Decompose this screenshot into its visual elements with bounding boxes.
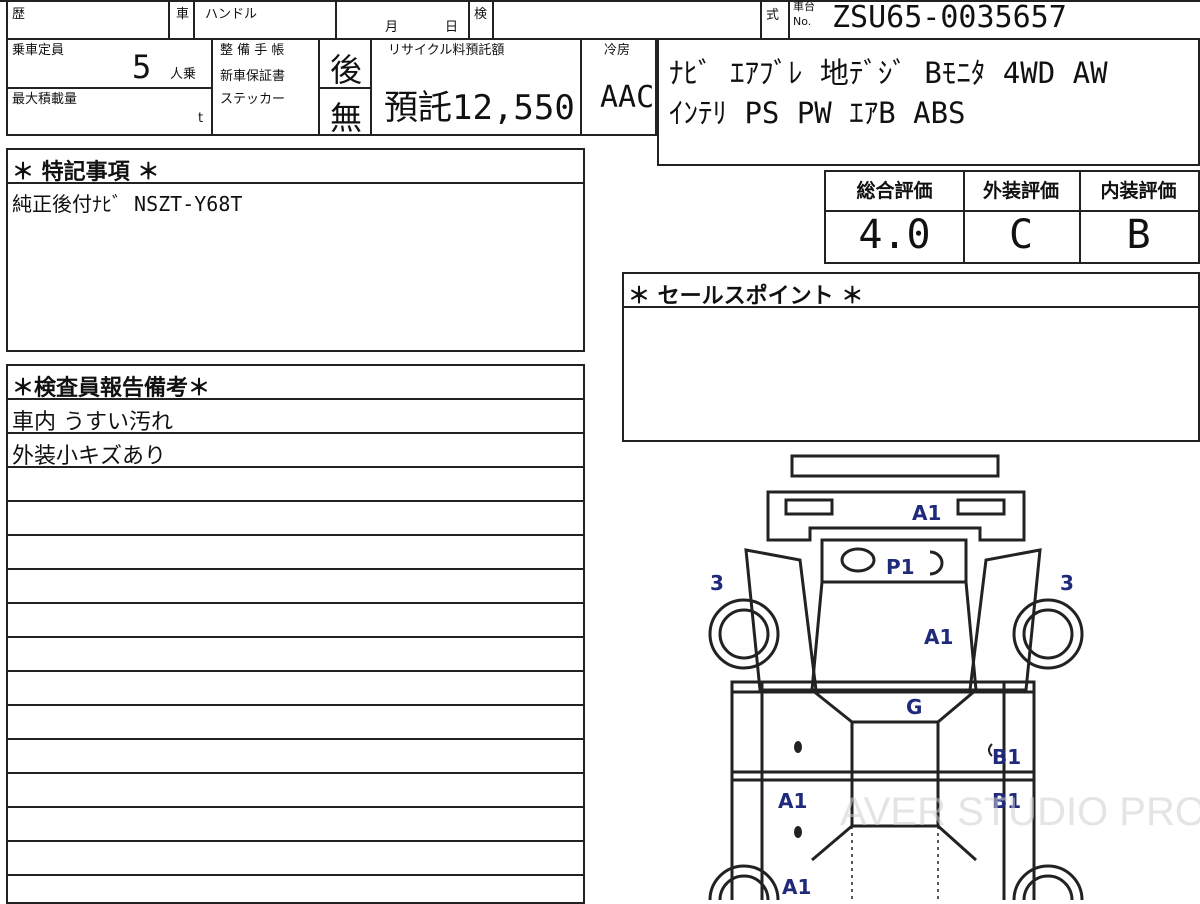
- damage-label-roof: G: [906, 695, 922, 719]
- maintenance-record-label: 整 備 手 帳: [220, 43, 285, 58]
- damage-label-left-rear-fender: A1: [782, 875, 811, 899]
- damage-label-right-front-wheel: 3: [1060, 571, 1074, 595]
- chassis-number: ZSU65-0035657: [832, 0, 1067, 35]
- damage-label-left-front-wheel: 3: [710, 571, 724, 595]
- car-damage-diagram: A1 P1 3 3 A1 G B1 A1 B1 A1 AVER STUDIO P…: [708, 454, 1200, 900]
- front-bumper-outline: [790, 454, 1000, 478]
- equipment-box: ﾅﾋﾞ ｴｱﾌﾞﾚ 地ﾃﾞｼﾞ Bﾓﾆﾀ 4WD AW ｲﾝﾃﾘ PS PW ｴ…: [657, 38, 1200, 166]
- equipment-line-1: ﾅﾋﾞ ｴｱﾌﾞﾚ 地ﾃﾞｼﾞ Bﾓﾆﾀ 4WD AW: [669, 56, 1108, 90]
- type-label: 式: [766, 8, 780, 23]
- inspector-report-box: ＊検査員報告備考＊ 車内 うすい汚れ 外装小キズあり: [6, 364, 585, 904]
- damage-label-right-fender: A1: [924, 625, 953, 649]
- handle-label: ハンドル: [205, 7, 258, 22]
- month-label: 月: [385, 20, 399, 35]
- aircon-value: AAC: [600, 80, 655, 115]
- aircon-label: 冷房: [604, 43, 631, 58]
- capacity-label: 乗車定員: [12, 43, 65, 58]
- chassis-label-bottom: No.: [793, 15, 812, 28]
- sale-points-box: ＊ セールスポイント ＊: [622, 272, 1200, 442]
- history-label: 歴: [12, 7, 26, 22]
- sticker-value: 無: [330, 99, 363, 137]
- max-load-label: 最大積載量: [12, 92, 78, 107]
- exterior-rating-label: 外装評価: [982, 180, 1059, 202]
- special-notes-text: 純正後付ﾅﾋﾞ NSZT-Y68T: [12, 192, 243, 216]
- maintenance-value: 後: [330, 51, 363, 89]
- recycle-fee-value: 預託12,550: [384, 88, 575, 128]
- ratings-box: 総合評価 4.0 外装評価 C 内装評価 B: [824, 170, 1200, 264]
- sticker-label: ステッカー: [220, 92, 286, 107]
- capacity-value: 5: [132, 48, 152, 86]
- inspection-label: 検: [474, 7, 488, 22]
- damage-label-right-front-door: B1: [992, 745, 1021, 769]
- max-load-unit: t: [198, 111, 204, 126]
- watermark: AVER STUDIO PRO: [840, 790, 1200, 834]
- overall-rating-label: 総合評価: [856, 180, 933, 202]
- exterior-rating-value: C: [1008, 212, 1034, 258]
- warranty-label: 新車保証書: [220, 69, 286, 84]
- left-front-fender: [744, 548, 818, 692]
- damage-label-front-bumper: A1: [912, 501, 941, 525]
- damage-label-front-glass: P1: [886, 555, 915, 579]
- recycle-fee-label: リサイクル料預託額: [388, 43, 505, 58]
- special-notes-box: ＊ 特記事項 ＊ 純正後付ﾅﾋﾞ NSZT-Y68T: [6, 148, 585, 352]
- day-label: 日: [445, 20, 459, 35]
- damage-label-left-rear-door: A1: [778, 789, 807, 813]
- chassis-label-top: 車台: [793, 0, 815, 13]
- capacity-unit: 人乗: [170, 67, 197, 82]
- equipment-line-2: ｲﾝﾃﾘ PS PW ｴｱB ABS: [669, 96, 966, 130]
- vehicle-label: 車: [176, 7, 190, 22]
- interior-rating-value: B: [1126, 212, 1151, 258]
- interior-rating-label: 内装評価: [1100, 180, 1177, 202]
- overall-rating-value: 4.0: [858, 212, 931, 258]
